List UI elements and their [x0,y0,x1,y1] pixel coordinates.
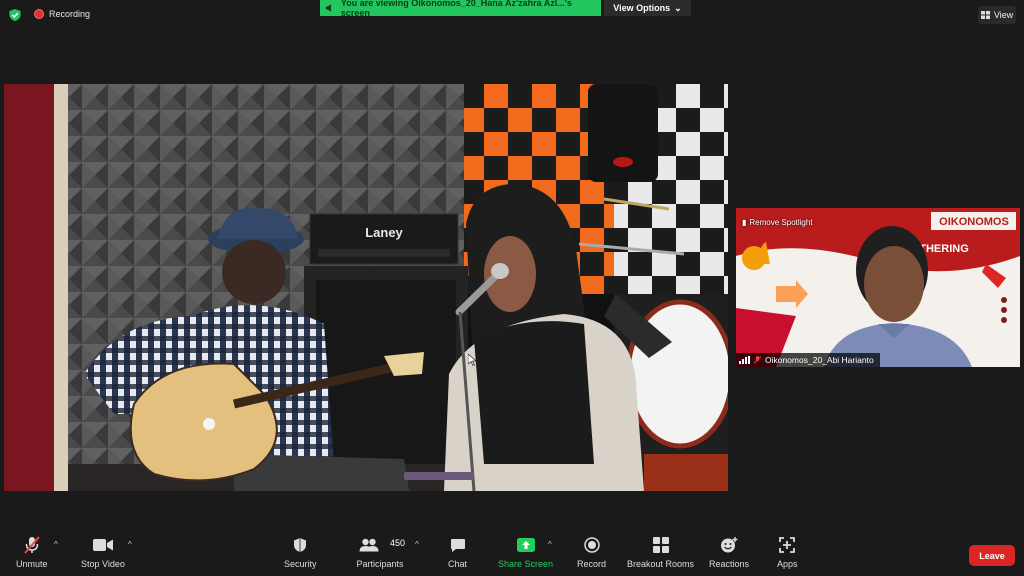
record-icon [583,537,600,553]
share-screen-label: Share Screen [498,559,554,569]
muted-microphone-icon [23,536,40,554]
share-screen-button[interactable]: Share Screen [498,536,553,569]
recording-label: Recording [49,9,91,19]
banner-text: You are viewing Oikonomos_20_Hana Az'zah… [340,0,572,18]
grid-view-icon [980,11,990,19]
participants-count: 450 [390,538,406,548]
spotlight-video-tile[interactable]: OIKONOMOS THERING ▮ Remove Spotlight Oik… [736,208,1020,367]
signal-bars-icon [739,356,750,364]
apps-label: Apps [777,559,798,569]
audio-options-caret-icon[interactable]: ^ [54,540,58,549]
muted-mic-icon [754,356,761,364]
recording-indicator[interactable]: Recording [34,9,90,19]
video-camera-icon [92,539,113,551]
top-bar: Recording You are viewing Oikonomos_20_H… [0,0,1024,30]
music-studio-scene: Laney [4,84,728,491]
remove-spotlight-button[interactable]: ▮ Remove Spotlight [742,218,813,227]
view-label: View [993,10,1014,20]
chat-button[interactable]: Chat [448,536,467,569]
participant-name-tag: Oikonomos_20_Abi Harianto [736,353,880,367]
record-button[interactable]: Record [577,536,606,569]
view-options-label: View Options [613,3,671,13]
speaker-icon [325,4,331,12]
security-label: Security [284,559,317,569]
security-button[interactable]: Security [284,536,317,569]
participants-label: Participants [356,559,404,569]
meeting-toolbar: Unmute ^ Stop Video ^ Security 450 Parti… [0,532,1024,576]
participants-options-caret-icon[interactable]: ^ [415,540,419,549]
participants-button[interactable]: 450 Participants [356,536,406,569]
apps-button[interactable]: Apps [777,536,798,569]
reactions-label: Reactions [709,559,750,569]
encryption-shield-icon[interactable] [8,8,22,22]
view-options-button[interactable]: View Options ⌄ [604,0,691,16]
bg-text-thering: THERING [919,243,969,255]
shared-screen-video[interactable]: Laney [4,84,728,491]
breakout-rooms-button[interactable]: Breakout Rooms [627,536,694,569]
pin-icon: ▮ [742,218,747,227]
reactions-smiley-icon [721,537,738,553]
remove-spotlight-label: Remove Spotlight [749,218,813,227]
viewing-screen-banner: You are viewing Oikonomos_20_Hana Az'zah… [320,0,601,18]
stop-video-button[interactable]: Stop Video [81,536,125,569]
share-options-caret-icon[interactable]: ^ [548,540,552,549]
reactions-button[interactable]: Reactions [709,536,749,569]
stop-video-label: Stop Video [81,559,125,569]
breakout-rooms-icon [652,537,669,553]
unmute-label: Unmute [16,559,48,569]
chat-bubble-icon [450,538,465,552]
amp-brand-label: Laney [365,225,403,240]
share-screen-icon [516,538,535,552]
view-button[interactable]: View [978,6,1016,24]
record-label: Record [577,559,607,569]
participant-name: Oikonomos_20_Abi Harianto [765,355,874,365]
unmute-button[interactable]: Unmute [16,536,48,569]
bg-text-oikonomos: OIKONOMOS [939,216,1009,228]
video-options-caret-icon[interactable]: ^ [128,540,132,549]
breakout-rooms-label: Breakout Rooms [627,559,695,569]
mouse-cursor-icon [468,354,476,366]
virtual-background: OIKONOMOS THERING [736,208,1020,367]
apps-icon [779,537,796,553]
security-shield-icon [294,538,307,552]
leave-button[interactable]: Leave [969,545,1015,566]
recording-dot-icon [34,9,44,19]
participants-icon [359,538,379,552]
chevron-down-icon: ⌄ [674,2,682,13]
chat-label: Chat [448,559,468,569]
